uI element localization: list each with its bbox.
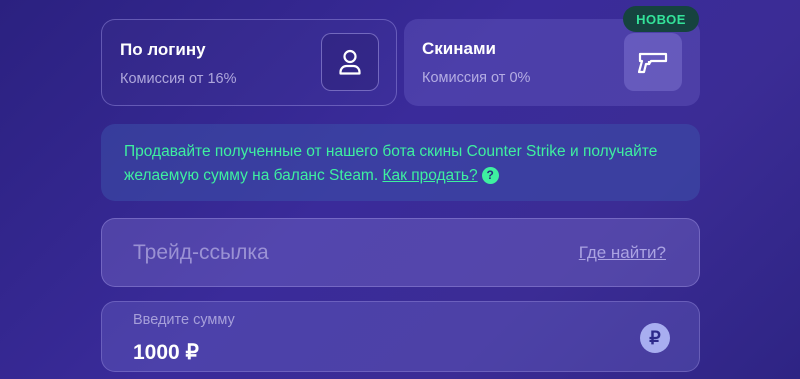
amount-label: Введите сумму	[133, 312, 235, 328]
method-title: Скинами	[422, 39, 496, 58]
new-badge: НОВОЕ	[623, 6, 699, 32]
method-commission: Комиссия от 0%	[422, 70, 531, 86]
ruble-icon: ₽	[640, 323, 670, 353]
method-card-login[interactable]: По логину Комиссия от 16%	[101, 19, 397, 106]
question-icon[interactable]: ?	[481, 166, 499, 184]
method-commission: Комиссия от 16%	[120, 71, 237, 87]
amount-field[interactable]: Введите сумму 1000 ₽ ₽	[101, 301, 700, 372]
how-to-sell-link[interactable]: Как продать?	[382, 167, 477, 184]
amount-input[interactable]: 1000 ₽	[133, 340, 199, 365]
method-card-skins[interactable]: Скинами Комиссия от 0%	[404, 19, 700, 106]
info-banner: Продавайте полученные от нашего бота ски…	[101, 124, 700, 201]
user-icon	[321, 33, 379, 91]
trade-link-field[interactable]: Трейд-ссылка Где найти?	[101, 218, 700, 287]
trade-link-placeholder: Трейд-ссылка	[133, 241, 269, 264]
gun-icon	[624, 33, 682, 91]
where-to-find-link[interactable]: Где найти?	[579, 243, 666, 263]
method-title: По логину	[120, 40, 206, 59]
